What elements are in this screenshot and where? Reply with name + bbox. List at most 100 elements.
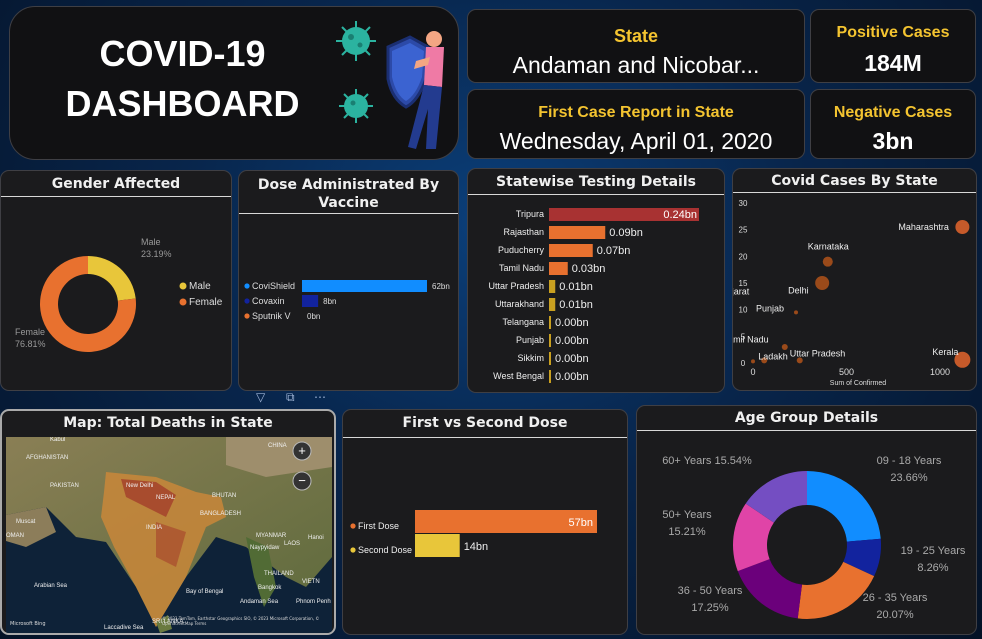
cases-point: [794, 310, 798, 315]
map-place-label: LAOS: [284, 541, 300, 547]
testing-panel: Statewise Testing Details Tripura 0.24bn R…: [467, 168, 725, 393]
gender-panel: Gender Affected Male 23.19% Female 76.81% Ma…: [0, 170, 232, 391]
gender-data-label-male-pct: 23.19%: [141, 249, 172, 259]
testing-data-label: 0.24bn: [663, 209, 697, 221]
map-place-label: Bay of Bengal: [186, 589, 223, 595]
age-data-label: 19 - 25 Years: [901, 545, 966, 557]
legend-marker-male: [179, 282, 187, 290]
state-label: State: [613, 26, 658, 46]
testing-bar: [549, 298, 556, 311]
svg-text:+: +: [298, 443, 306, 458]
gender-data-label-female-pct: 76.81%: [15, 339, 46, 349]
positive-cases-card: Positive Cases 184M: [810, 9, 976, 83]
vaccine-legend-marker: [244, 298, 250, 304]
map-place-label: Bangkok: [258, 585, 282, 591]
age-slice: [737, 559, 802, 619]
cases-ytick: 10: [739, 306, 748, 315]
vaccine-bar: [302, 280, 427, 292]
cases-point: [822, 256, 833, 267]
cases-xtick: 500: [839, 367, 854, 377]
map-place-label: BANGLADESH: [200, 511, 241, 517]
cases-ytick: 0: [741, 359, 746, 368]
map-place-label: Andaman Sea: [240, 599, 279, 605]
first-case-label: First Case Report in State: [538, 104, 734, 121]
vaccine-panel: Dose Administrated By Vaccine CoviShield…: [238, 170, 459, 391]
legend-marker-female: [179, 298, 187, 306]
dose-data-label: 57bn: [569, 517, 593, 529]
filter-icon[interactable]: ▽: [256, 390, 265, 404]
testing-data-label: 0.01bn: [559, 281, 593, 293]
testing-category-label: Tripura: [516, 209, 544, 219]
age-donut-chart: 09 - 18 Years 23.66% 19 - 25 Years 8.26% 26 …: [662, 455, 966, 621]
age-panel-title: Age Group Details: [734, 410, 879, 426]
visual-toolbar: ▽ ⧉ ⋯: [256, 390, 336, 406]
vaccine-bar: [302, 295, 319, 307]
cases-scatter-chart: 0510152025300 500 1000Sum of ConfirmedMaha…: [733, 199, 971, 387]
map-place-label: Hanoi: [308, 535, 324, 541]
map-attribution: © 2023 TomTom, Earthstar Geographics SIO…: [162, 616, 320, 626]
negative-cases-value: 3bn: [872, 128, 914, 154]
map-panel-title: Map: Total Deaths in State: [63, 415, 273, 431]
dashboard-title-line1: COVID-19: [99, 33, 266, 74]
focus-mode-icon[interactable]: ⧉: [286, 390, 295, 405]
dose-category-label: First Dose: [358, 521, 399, 531]
gender-panel-title: Gender Affected: [51, 176, 181, 192]
dose-panel-title: First vs Second Dose: [402, 415, 568, 431]
deaths-map[interactable]: + − Kabul AFGHANISTAN PAKISTAN New Delhi CHI…: [6, 437, 332, 633]
testing-panel-title: Statewise Testing Details: [496, 174, 696, 190]
cases-xtick: 1000: [930, 367, 950, 377]
map-place-label: New Delhi: [126, 483, 153, 489]
map-brand: Microsoft Bing: [10, 621, 46, 627]
vaccine-category-label: CoviShield: [252, 281, 295, 291]
age-slice: [807, 471, 881, 542]
cases-point-label: Uttar Pradesh: [790, 348, 846, 358]
map-place-label: AFGHANISTAN: [26, 455, 68, 461]
dose-category-label: Second Dose: [358, 545, 412, 555]
positive-cases-label: Positive Cases: [836, 24, 950, 41]
cases-panel: Covid Cases By State 0 5 10 15 20 25 30 0 500 100…: [732, 168, 977, 391]
testing-bar-chart: Tripura 0.24bn Rajasthan 0.09bn Puducherry 0.…: [488, 208, 699, 383]
testing-category-label: Uttar Pradesh: [488, 281, 544, 291]
first-case-value: Wednesday, April 01, 2020: [499, 128, 773, 154]
negative-cases-label: Negative Cases: [833, 104, 953, 121]
map-place-label: Naypyidaw: [250, 545, 280, 551]
virus-illustration-icon: [336, 21, 444, 149]
testing-data-label: 0.00bn: [555, 335, 589, 347]
testing-data-label: 0.00bn: [555, 317, 589, 329]
vaccine-data-label: 0bn: [307, 312, 320, 321]
age-data-label: 50+ Years: [662, 509, 712, 521]
cases-ytick: 25: [739, 226, 748, 235]
map-place-label: Arabian Sea: [34, 583, 68, 589]
dose-legend-marker: [350, 523, 356, 529]
cases-point-label: Maharashtra: [898, 222, 949, 232]
testing-category-label: West Bengal: [493, 371, 544, 381]
map-place-label: Muscat: [16, 519, 36, 525]
legend-label-female: Female: [189, 297, 223, 308]
testing-bar: [549, 262, 568, 275]
first-case-card: First Case Report in State Wednesday, Ap…: [467, 89, 805, 159]
title-card: COVID-19 DASHBOARD: [9, 6, 459, 160]
cases-point: [781, 344, 788, 350]
map-place-label: NEPAL: [156, 495, 176, 501]
testing-category-label: Uttarakhand: [495, 299, 544, 309]
vaccine-legend-marker: [244, 313, 250, 319]
dose-legend-marker: [350, 547, 356, 553]
dose-panel: First vs Second Dose First Dose 57bn Secon…: [342, 409, 628, 635]
cases-point-label: Kerala: [932, 347, 958, 357]
map-place-label: CHINA: [268, 443, 287, 449]
more-options-icon[interactable]: ⋯: [314, 390, 326, 404]
age-data-label: 36 - 50 Years: [678, 585, 743, 597]
testing-bar: [549, 316, 551, 329]
testing-data-label: 0.03bn: [572, 263, 606, 275]
cases-point: [751, 359, 755, 364]
vaccine-bar-chart: CoviShield 62bn Covaxin 8bn Sputnik V 0bn: [244, 280, 450, 321]
map-place-label: Kabul: [50, 437, 65, 443]
gender-slice-male: [88, 256, 136, 301]
map-place-label: THAILAND: [264, 571, 294, 577]
state-value[interactable]: Andaman and Nicobar...: [468, 52, 804, 79]
map-panel: Map: Total Deaths in State + − Kabul AFGH…: [0, 409, 336, 635]
positive-cases-value: 184M: [864, 50, 922, 76]
testing-category-label: Punjab: [516, 335, 544, 345]
testing-data-label: 0.09bn: [609, 227, 643, 239]
cases-panel-title: Covid Cases By State: [771, 173, 938, 189]
